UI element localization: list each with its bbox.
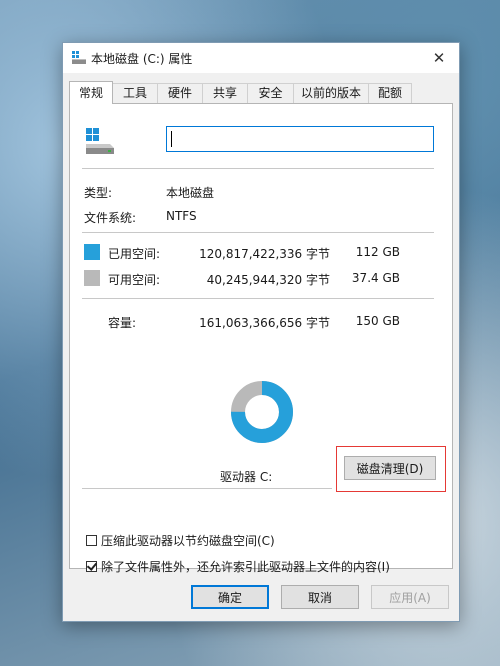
tab-tools[interactable]: 工具 <box>112 83 158 103</box>
separator <box>82 298 434 299</box>
type-label: 类型: <box>84 186 113 200</box>
capacity-bytes: 161,063,366,656 字节 <box>199 316 330 330</box>
general-panel: 类型: 本地磁盘 文件系统: NTFS 已用空间: 120,817,422,33… <box>69 103 453 574</box>
window-title: 本地磁盘 (C:) 属性 <box>91 52 193 66</box>
used-space-label: 已用空间: <box>108 247 161 261</box>
volume-name-input[interactable] <box>166 126 434 152</box>
disk-cleanup-button[interactable]: 磁盘清理(D) <box>344 456 436 480</box>
drive-icon <box>72 51 86 64</box>
free-space-swatch <box>84 270 100 286</box>
filesystem-label: 文件系统: <box>84 211 137 225</box>
tab-general[interactable]: 常规 <box>69 81 113 104</box>
title-bar[interactable]: 本地磁盘 (C:) 属性 ✕ <box>63 43 459 73</box>
used-space-size: 112 GB <box>355 245 400 259</box>
compress-checkbox[interactable] <box>86 534 97 546</box>
separator <box>82 488 332 489</box>
index-option[interactable]: 除了文件属性外，还允许索引此驱动器上文件的内容(I) <box>86 558 390 574</box>
properties-dialog: 本地磁盘 (C:) 属性 ✕ 常规 工具 硬件 共享 安全 以前的版本 配额 类… <box>62 42 460 622</box>
close-button[interactable]: ✕ <box>419 43 459 73</box>
text-caret <box>171 131 172 147</box>
separator <box>82 168 434 169</box>
used-space-swatch <box>84 244 100 260</box>
index-option-label: 除了文件属性外，还允许索引此驱动器上文件的内容(I) <box>101 559 390 574</box>
tab-hardware[interactable]: 硬件 <box>157 83 203 103</box>
close-icon: ✕ <box>432 49 446 67</box>
capacity-size: 150 GB <box>355 314 400 328</box>
free-space-label: 可用空间: <box>108 273 161 287</box>
type-value: 本地磁盘 <box>166 186 215 200</box>
tab-security[interactable]: 安全 <box>247 83 294 103</box>
apply-button[interactable]: 应用(A) <box>371 585 449 609</box>
cancel-button[interactable]: 取消 <box>281 585 359 609</box>
free-space-size: 37.4 GB <box>351 271 400 285</box>
drive-large-icon <box>86 128 114 154</box>
used-space-bytes: 120,817,422,336 字节 <box>199 247 330 261</box>
drive-label: 驱动器 C: <box>220 470 273 484</box>
capacity-label: 容量: <box>108 316 137 330</box>
free-space-bytes: 40,245,944,320 字节 <box>206 273 330 287</box>
separator <box>82 232 434 233</box>
index-checkbox[interactable] <box>86 560 97 572</box>
tab-previous-versions[interactable]: 以前的版本 <box>293 83 369 103</box>
compress-option[interactable]: 压缩此驱动器以节约磁盘空间(C) <box>86 532 275 548</box>
filesystem-value: NTFS <box>166 209 197 223</box>
usage-donut-chart <box>231 381 293 443</box>
tab-sharing[interactable]: 共享 <box>202 83 248 103</box>
compress-option-label: 压缩此驱动器以节约磁盘空间(C) <box>101 533 275 548</box>
ok-button[interactable]: 确定 <box>191 585 269 609</box>
tab-quota[interactable]: 配额 <box>368 83 412 103</box>
